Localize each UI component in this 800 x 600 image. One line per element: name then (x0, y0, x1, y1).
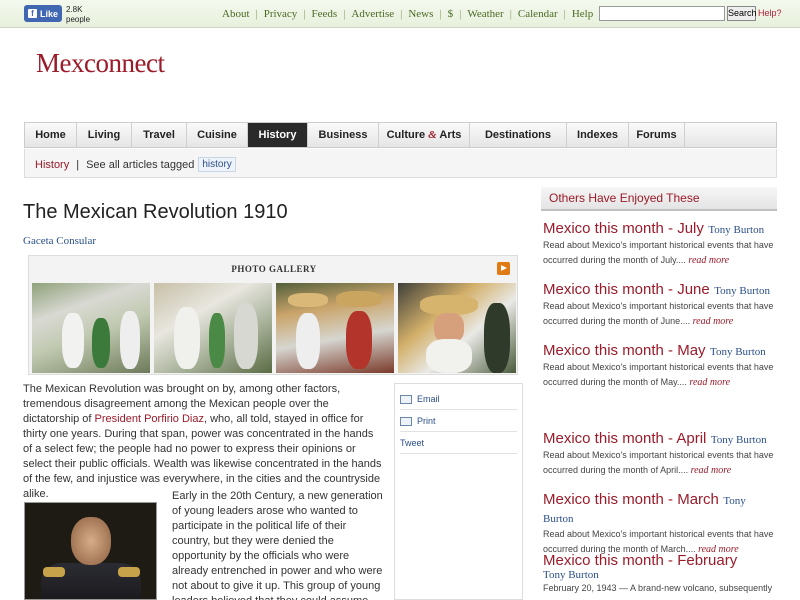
nav-forums[interactable]: Forums (629, 123, 685, 147)
breadcrumb: History | See all articles tagged histor… (35, 157, 236, 172)
sidebar-article-author[interactable]: Tony Burton (543, 569, 777, 581)
sidebar-article-desc: Read about Mexico's important historical… (543, 240, 774, 265)
sidebar-article-author[interactable]: Tony Burton (710, 346, 766, 358)
like-label: Like (40, 8, 59, 19)
top-link-about[interactable]: About (222, 8, 250, 20)
breadcrumb-text: See all articles tagged (86, 158, 195, 171)
like-count-suffix: people (66, 15, 91, 24)
sidebar-article-title[interactable]: Mexico this month - May (543, 342, 706, 359)
share-tweet[interactable]: Tweet (400, 438, 424, 448)
read-more-link[interactable]: read more (691, 465, 732, 476)
sidebar-article-desc: February 20, 1943 — A brand-new volcano,… (543, 583, 773, 593)
nav-home[interactable]: Home (25, 123, 77, 147)
nav-destinations[interactable]: Destinations (470, 123, 567, 147)
email-icon (400, 394, 412, 404)
sidebar-article-march: Mexico this month - March Tony Burton Re… (543, 491, 777, 557)
top-link-currency[interactable]: $ (448, 8, 454, 20)
nav-business[interactable]: Business (308, 123, 379, 147)
main-nav: Home Living Travel Cuisine History Busin… (24, 122, 777, 148)
nav-travel[interactable]: Travel (132, 123, 187, 147)
like-count-number: 2.8K (66, 5, 83, 14)
read-more-link[interactable]: read more (689, 377, 730, 388)
top-link-news[interactable]: News (408, 8, 433, 20)
nav-culture-amp: & (428, 129, 437, 141)
sidebar-article-author[interactable]: Tony Burton (714, 285, 770, 297)
breadcrumb-history-link[interactable]: History (35, 159, 69, 171)
sidebar-article-title[interactable]: Mexico this month - June (543, 281, 710, 298)
top-link-help[interactable]: Help (572, 8, 593, 20)
article-source[interactable]: Gaceta Consular (23, 235, 96, 247)
top-link-calendar[interactable]: Calendar (518, 8, 558, 20)
sidebar-article-desc: Read about Mexico's important historical… (543, 301, 774, 326)
article-paragraph-2: Early in the 20th Century, a new generat… (172, 490, 383, 600)
sidebar-article-june: Mexico this month - June Tony Burton Rea… (543, 281, 777, 329)
share-print[interactable]: Print (400, 416, 436, 426)
article-paragraph-1: The Mexican Revolution was brought on by… (23, 382, 383, 502)
nav-arts-label: Arts (439, 129, 462, 141)
sidebar-article-title[interactable]: Mexico this month - April (543, 430, 706, 447)
tag-history[interactable]: history (198, 157, 236, 172)
sidebar-article-may: Mexico this month - May Tony Burton Read… (543, 342, 777, 390)
share-email-label: Email (417, 394, 440, 404)
site-logo[interactable]: Mexconnect (36, 48, 165, 79)
sidebar-article-title[interactable]: Mexico this month - March (543, 491, 719, 508)
sidebar-article-desc: Read about Mexico's important historical… (543, 362, 774, 387)
breadcrumb-bar: History | See all articles tagged histor… (24, 149, 777, 178)
nav-living[interactable]: Living (77, 123, 132, 147)
sidebar-article-desc: Read about Mexico's important historical… (543, 450, 774, 475)
sidebar-article-april: Mexico this month - April Tony Burton Re… (543, 430, 777, 478)
gallery-photo-1[interactable] (32, 283, 150, 373)
sidebar-article-february: Mexico this month - February Tony Burton… (543, 552, 777, 596)
read-more-link[interactable]: read more (688, 255, 729, 266)
sidebar-article-title[interactable]: Mexico this month - July (543, 220, 704, 237)
gallery-photo-4[interactable] (398, 283, 516, 373)
top-link-feeds[interactable]: Feeds (312, 8, 338, 20)
top-link-weather[interactable]: Weather (467, 8, 503, 20)
read-more-link[interactable]: read more (693, 316, 734, 327)
share-print-label: Print (417, 416, 436, 426)
photo-gallery: PHOTO GALLERY (28, 255, 518, 375)
facebook-like-button[interactable]: f Like (24, 5, 62, 22)
nav-cuisine[interactable]: Cuisine (187, 123, 248, 147)
gallery-photo-2[interactable] (154, 283, 272, 373)
sidebar-article-july: Mexico this month - July Tony Burton Rea… (543, 220, 777, 268)
play-icon[interactable] (497, 262, 510, 275)
porfirio-diaz-portrait (24, 502, 157, 600)
search-input[interactable] (599, 6, 725, 21)
top-bar: f Like 2.8K people About | Privacy | Feeds… (0, 0, 800, 28)
sidebar-article-title[interactable]: Mexico this month - February (543, 552, 777, 569)
share-box: Email Print Tweet (394, 383, 523, 600)
top-links: About | Privacy | Feeds | Advertise | News | … (222, 8, 594, 20)
search-button[interactable]: Search (727, 6, 757, 21)
sidebar-heading: Others Have Enjoyed These (541, 187, 777, 211)
breadcrumb-separator: | (76, 158, 80, 171)
sidebar-article-author[interactable]: Tony Burton (708, 224, 764, 236)
like-count: 2.8K people (66, 5, 90, 25)
share-email[interactable]: Email (400, 394, 440, 404)
facebook-icon: f (28, 9, 37, 18)
nav-culture-arts[interactable]: Culture & Arts (379, 123, 470, 147)
nav-history[interactable]: History (248, 123, 308, 147)
gallery-title: PHOTO GALLERY (231, 264, 317, 274)
top-link-privacy[interactable]: Privacy (264, 8, 298, 20)
share-tweet-label: Tweet (400, 438, 425, 448)
nav-culture-label: Culture (386, 129, 426, 141)
print-icon (400, 416, 412, 426)
sidebar-article-author[interactable]: Tony Burton (711, 434, 767, 446)
paragraph-1-text-b: , who, all told, stayed in office for th… (23, 413, 382, 500)
search-help-link[interactable]: Help? (758, 8, 782, 18)
article-title: The Mexican Revolution 1910 (23, 201, 288, 223)
gallery-photo-3[interactable] (276, 283, 394, 373)
nav-indexes[interactable]: Indexes (567, 123, 629, 147)
porfirio-diaz-link[interactable]: President Porfirio Diaz (95, 413, 204, 425)
top-link-advertise[interactable]: Advertise (351, 8, 394, 20)
